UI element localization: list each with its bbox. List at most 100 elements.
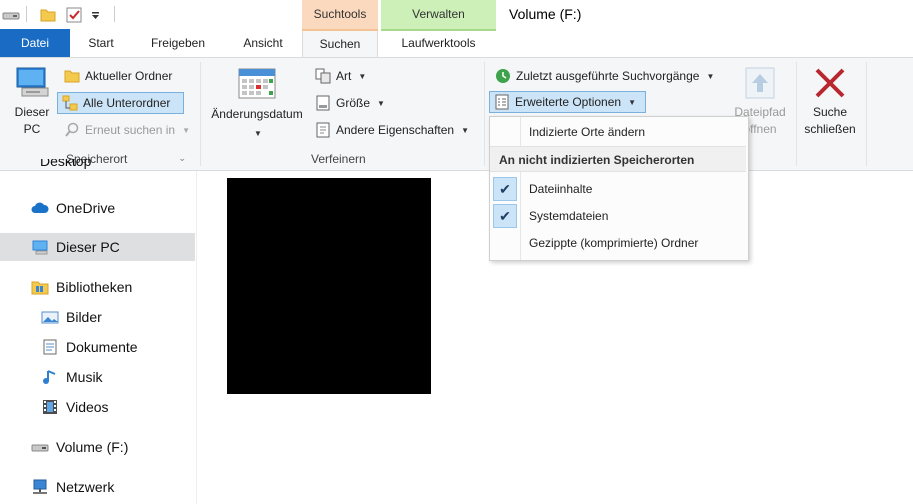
zuletzt-suchvorgaenge-button[interactable]: Zuletzt ausgeführte Suchvorgänge ▼ bbox=[492, 65, 717, 87]
chevron-down-icon: ▼ bbox=[706, 71, 715, 81]
tab-suchen[interactable]: Suchen bbox=[302, 29, 378, 57]
nav-item-volume[interactable]: Volume (F:) bbox=[0, 433, 195, 461]
close-icon bbox=[813, 66, 847, 100]
drive-icon[interactable] bbox=[2, 10, 20, 20]
nav-label-onedrive: OneDrive bbox=[56, 200, 116, 216]
kind-icon bbox=[315, 68, 331, 84]
andere-eigenschaften-label: Andere Eigenschaften bbox=[336, 123, 455, 137]
context-group-verwalten: Verwalten bbox=[381, 0, 496, 29]
menu-item-systemdateien[interactable]: ✔ Systemdateien bbox=[490, 203, 746, 229]
checkmark-icon: ✔ bbox=[493, 204, 517, 228]
dieser-pc-label: Dieser PC bbox=[14, 105, 50, 136]
documents-icon bbox=[41, 339, 59, 355]
nav-item-netzwerk[interactable]: Netzwerk bbox=[0, 473, 195, 501]
chevron-down-icon: ▼ bbox=[358, 71, 367, 81]
menu-label-systemdateien: Systemdateien bbox=[529, 209, 609, 223]
nav-label-volume: Volume (F:) bbox=[56, 439, 129, 455]
customize-toolbar-icon[interactable] bbox=[91, 10, 101, 20]
erweiterte-optionen-button[interactable]: Erweiterte Optionen ▼ bbox=[489, 91, 646, 113]
chevron-down-icon: ▼ bbox=[461, 125, 470, 135]
divider bbox=[114, 6, 115, 22]
pictures-icon bbox=[41, 309, 59, 325]
aktueller-ordner-label: Aktueller Ordner bbox=[85, 69, 173, 83]
ribbon-tab-row: Datei Start Freigeben Ansicht Suchen Lau… bbox=[0, 29, 913, 58]
group-label-verfeinern: Verfeinern bbox=[311, 152, 366, 166]
art-label: Art bbox=[336, 69, 352, 83]
erneut-suchen-button[interactable]: Erneut suchen in ▼ bbox=[60, 119, 194, 141]
properties-icon bbox=[315, 122, 331, 138]
chevron-down-icon: ▼ bbox=[182, 125, 190, 135]
dieser-pc-button[interactable]: Dieser PC bbox=[6, 66, 58, 138]
nav-item-dokumente[interactable]: Dokumente bbox=[0, 333, 195, 361]
window-title: Volume (F:) bbox=[509, 6, 582, 22]
menu-item-gezippte-ordner[interactable]: Gezippte (komprimierte) Ordner bbox=[490, 230, 746, 256]
erneut-suchen-label: Erneut suchen in bbox=[85, 123, 176, 137]
andere-eigenschaften-button[interactable]: Andere Eigenschaften ▼ bbox=[312, 119, 472, 141]
verwalten-underline bbox=[381, 29, 496, 31]
groesse-button[interactable]: Größe ▼ bbox=[312, 92, 388, 114]
menu-label-gezippte-ordner: Gezippte (komprimierte) Ordner bbox=[529, 236, 699, 250]
videos-icon bbox=[41, 399, 59, 415]
art-button[interactable]: Art ▼ bbox=[312, 65, 369, 87]
nav-label-bibliotheken: Bibliotheken bbox=[56, 279, 133, 295]
aktueller-ordner-button[interactable]: Aktueller Ordner bbox=[60, 65, 176, 87]
nav-label-musik: Musik bbox=[66, 369, 103, 385]
recent-searches-icon bbox=[495, 68, 511, 84]
nav-label-desktop: Desktop bbox=[40, 159, 92, 169]
alle-unterordner-button[interactable]: Alle Unterordner bbox=[57, 92, 184, 114]
nav-item-dieser-pc[interactable]: Dieser PC bbox=[0, 233, 195, 261]
erweiterte-optionen-label: Erweiterte Optionen bbox=[515, 95, 622, 109]
erweiterte-optionen-menu: Indizierte Orte ändern An nicht indizier… bbox=[489, 116, 749, 261]
nav-label-dieser-pc: Dieser PC bbox=[56, 239, 120, 255]
size-icon bbox=[315, 95, 331, 111]
libraries-icon bbox=[31, 279, 49, 295]
drive-icon bbox=[31, 439, 49, 455]
nav-label-netzwerk: Netzwerk bbox=[56, 479, 115, 495]
tab-datei[interactable]: Datei bbox=[0, 29, 70, 57]
nav-item-musik[interactable]: Musik bbox=[0, 363, 195, 391]
cloud-icon bbox=[31, 200, 49, 216]
tab-freigeben[interactable]: Freigeben bbox=[140, 29, 216, 57]
open-file-location-icon bbox=[743, 66, 777, 100]
menu-item-indizierte-orte[interactable]: Indizierte Orte ändern bbox=[490, 119, 746, 145]
nav-item-onedrive[interactable]: OneDrive bbox=[0, 194, 195, 222]
menu-section-header: An nicht indizierten Speicherorten bbox=[490, 146, 746, 172]
nav-label-bilder: Bilder bbox=[66, 309, 102, 325]
nav-label-dokumente: Dokumente bbox=[66, 339, 138, 355]
aenderungsdatum-button[interactable]: Änderungsdatum ▼ bbox=[204, 66, 310, 142]
nav-item-videos[interactable]: Videos bbox=[0, 393, 195, 421]
context-label-suchtools: Suchtools bbox=[313, 7, 367, 21]
group-separator bbox=[796, 62, 797, 166]
title-bar: Suchtools Verwalten Volume (F:) bbox=[0, 0, 913, 29]
redacted-content bbox=[227, 178, 431, 394]
folder-icon[interactable] bbox=[40, 7, 56, 23]
nav-item-desktop[interactable]: Desktop ⌄ bbox=[0, 159, 195, 177]
subfolders-icon bbox=[62, 95, 78, 111]
chevron-down-icon[interactable]: ⌄ bbox=[178, 159, 186, 164]
checkmark-icon: ✔ bbox=[493, 177, 517, 201]
suche-schliessen-button[interactable]: Suche schließen bbox=[798, 66, 862, 138]
search-again-icon bbox=[64, 122, 80, 138]
folder-icon bbox=[64, 68, 80, 84]
nav-label-videos: Videos bbox=[66, 399, 109, 415]
menu-item-dateiinhalte[interactable]: ✔ Dateiinhalte bbox=[490, 176, 746, 202]
chevron-down-icon: ▼ bbox=[377, 98, 385, 108]
computer-icon bbox=[31, 239, 49, 255]
group-separator bbox=[200, 62, 201, 166]
group-separator bbox=[484, 62, 485, 166]
navigation-pane: Desktop ⌄ OneDrive Dieser PC Bibliotheke… bbox=[0, 159, 197, 504]
nav-item-bibliotheken[interactable]: Bibliotheken bbox=[0, 273, 195, 301]
ribbon: Dieser PC Aktueller Ordner Alle Unterord… bbox=[0, 58, 913, 171]
calendar-icon bbox=[238, 66, 276, 100]
computer-icon bbox=[14, 66, 50, 100]
tab-start[interactable]: Start bbox=[78, 29, 124, 57]
chevron-down-icon: ▼ bbox=[254, 129, 262, 138]
suche-label-line2: schließen bbox=[804, 122, 856, 136]
context-label-verwalten: Verwalten bbox=[412, 7, 465, 21]
menu-label-indizierte-orte: Indizierte Orte ändern bbox=[529, 125, 646, 139]
tab-ansicht[interactable]: Ansicht bbox=[232, 29, 294, 57]
properties-icon[interactable] bbox=[66, 7, 82, 23]
nav-item-bilder[interactable]: Bilder bbox=[0, 303, 195, 331]
tab-laufwerktools[interactable]: Laufwerktools bbox=[381, 29, 496, 57]
divider bbox=[26, 6, 27, 22]
